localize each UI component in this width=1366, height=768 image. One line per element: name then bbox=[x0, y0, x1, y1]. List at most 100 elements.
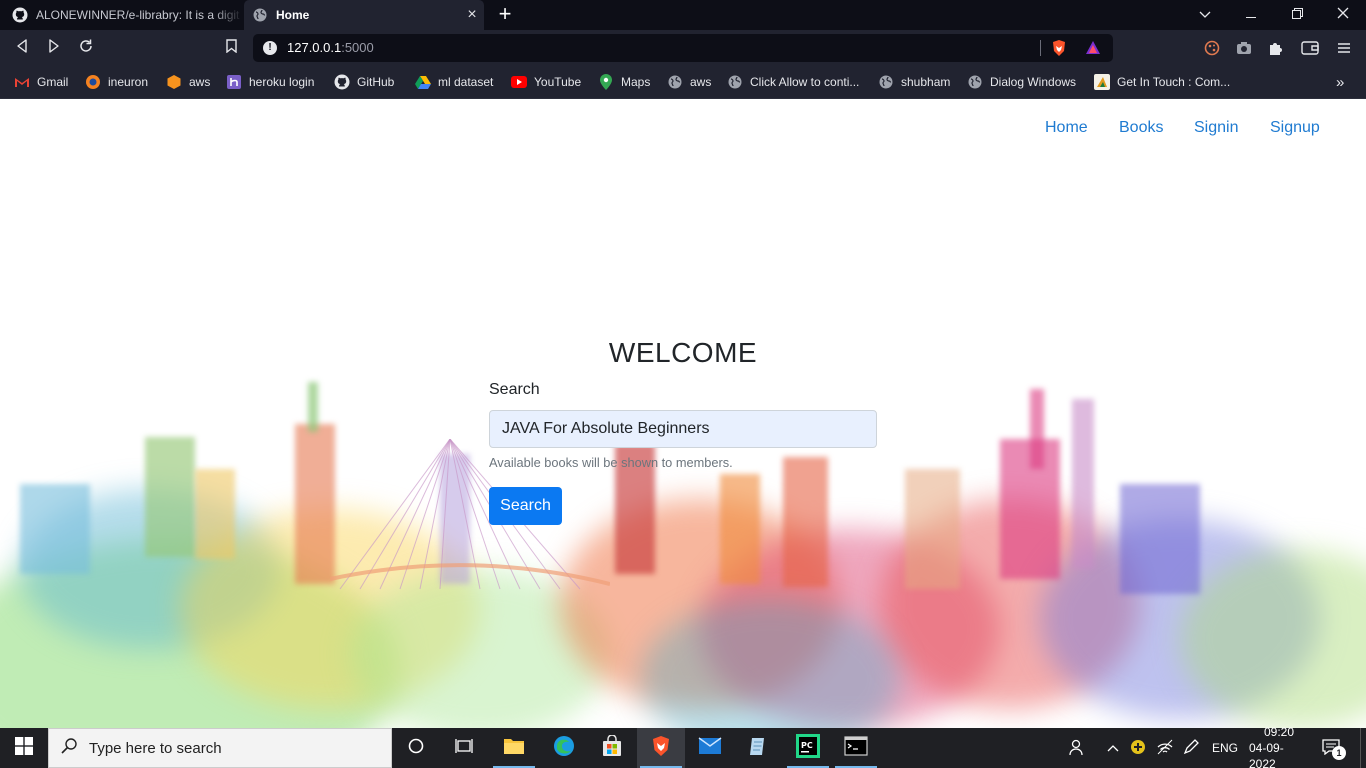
store-button[interactable] bbox=[588, 728, 636, 768]
aws-icon bbox=[166, 74, 182, 90]
tray-overflow-button[interactable] bbox=[1107, 728, 1119, 768]
taskbar-search-placeholder: Type here to search bbox=[89, 739, 222, 757]
back-button[interactable] bbox=[10, 37, 34, 59]
bookmark-label: Get In Touch : Com... bbox=[1117, 75, 1231, 89]
taskbar-search-box[interactable]: Type here to search bbox=[48, 728, 392, 768]
file-explorer-button[interactable] bbox=[490, 728, 538, 768]
svg-text:PC: PC bbox=[801, 741, 813, 750]
bookmark-label: aws bbox=[690, 75, 712, 89]
network-button[interactable] bbox=[1156, 728, 1174, 768]
bookmark-ml-dataset[interactable]: ml dataset bbox=[415, 73, 493, 91]
bookmark-label: aws bbox=[189, 75, 211, 89]
bookmark-button[interactable] bbox=[219, 37, 243, 59]
mail-button[interactable] bbox=[686, 728, 734, 768]
bookmark-label: ml dataset bbox=[438, 75, 494, 89]
menu-hamburger-icon[interactable] bbox=[1334, 38, 1354, 58]
terminal-icon bbox=[844, 735, 868, 761]
new-tab-button[interactable]: + bbox=[494, 3, 516, 26]
bookmark-aws[interactable]: aws bbox=[166, 73, 210, 91]
bookmark-click-allow[interactable]: Click Allow to conti... bbox=[727, 73, 859, 91]
bookmark-ineuron[interactable]: ineuron bbox=[85, 73, 148, 91]
pen-button[interactable] bbox=[1182, 728, 1200, 768]
notepad-icon bbox=[747, 735, 769, 762]
chevron-up-icon bbox=[1107, 741, 1119, 755]
windows-taskbar: Type here to search PC ENG 09:20 04-09-2… bbox=[0, 725, 1366, 768]
nav-home-link[interactable]: Home bbox=[1045, 119, 1088, 137]
bookmark-label: Maps bbox=[621, 75, 651, 89]
brave-rewards-icon[interactable] bbox=[1085, 40, 1101, 60]
bookmark-youtube[interactable]: YouTube bbox=[511, 73, 581, 91]
task-view-button[interactable] bbox=[440, 728, 488, 768]
restore-icon bbox=[1291, 6, 1303, 24]
task-view-icon bbox=[455, 738, 473, 759]
edge-button[interactable] bbox=[540, 728, 588, 768]
start-button[interactable] bbox=[0, 728, 48, 768]
bookmark-aws-2[interactable]: aws bbox=[667, 73, 711, 91]
nav-signup-link[interactable]: Signup bbox=[1270, 119, 1320, 137]
show-desktop-button[interactable] bbox=[1360, 728, 1366, 768]
address-separator bbox=[1040, 40, 1041, 56]
tab-title: Home bbox=[276, 8, 310, 22]
bookmark-gmail[interactable]: Gmail bbox=[14, 73, 68, 91]
search-icon bbox=[61, 738, 77, 758]
back-arrow-icon bbox=[16, 38, 28, 58]
minimize-icon bbox=[1246, 6, 1256, 24]
forward-button[interactable] bbox=[42, 37, 66, 59]
bookmark-get-in-touch[interactable]: Get In Touch : Com... bbox=[1094, 73, 1230, 91]
close-tab-button[interactable]: × bbox=[460, 6, 484, 24]
globe-icon bbox=[667, 74, 683, 90]
brave-shield-icon[interactable] bbox=[1051, 39, 1067, 62]
url-text: 127.0.0.1:5000 bbox=[287, 40, 374, 55]
url-port: :5000 bbox=[341, 40, 374, 55]
screenshot-camera-icon[interactable] bbox=[1234, 38, 1254, 58]
search-button[interactable]: Search bbox=[489, 487, 562, 525]
bookmarks-overflow-button[interactable]: » bbox=[1336, 73, 1344, 91]
cortana-button[interactable] bbox=[392, 728, 440, 768]
bookmark-label: GitHub bbox=[357, 75, 395, 89]
brave-taskbar-button[interactable] bbox=[637, 728, 685, 768]
site-info-icon[interactable]: ! bbox=[263, 41, 277, 55]
windows-logo-icon bbox=[15, 736, 33, 760]
page-viewport: Home Books Signin Signup WELCOME Search … bbox=[0, 99, 1366, 728]
url-host: 127.0.0.1 bbox=[287, 40, 342, 55]
extension-cookie-icon[interactable] bbox=[1202, 38, 1222, 58]
bookmark-heroku[interactable]: heroku login bbox=[226, 73, 314, 91]
minimize-button[interactable] bbox=[1228, 0, 1274, 30]
tray-app-icon[interactable] bbox=[1130, 728, 1146, 768]
globe-icon bbox=[967, 74, 983, 90]
search-label: Search bbox=[489, 381, 540, 398]
nav-signin-link[interactable]: Signin bbox=[1194, 119, 1238, 137]
search-input[interactable] bbox=[489, 410, 877, 448]
bookmark-shubham[interactable]: shubham bbox=[878, 73, 950, 91]
notepad-button[interactable] bbox=[734, 728, 782, 768]
gmail-icon bbox=[14, 74, 30, 90]
ineuron-icon bbox=[85, 74, 101, 90]
tab-search-button[interactable] bbox=[1182, 0, 1228, 30]
tab-strip: ALONEWINNER/e-librabry: It is a digit Ho… bbox=[0, 0, 1366, 30]
reload-button[interactable] bbox=[74, 37, 98, 59]
chevron-down-icon bbox=[1199, 6, 1211, 24]
language-indicator[interactable]: ENG bbox=[1212, 728, 1238, 768]
close-window-button[interactable] bbox=[1320, 0, 1366, 30]
tab-home[interactable]: Home × bbox=[244, 0, 484, 30]
nav-books-link[interactable]: Books bbox=[1119, 119, 1163, 137]
bookmark-dialog-windows[interactable]: Dialog Windows bbox=[967, 73, 1076, 91]
restore-button[interactable] bbox=[1274, 0, 1320, 30]
terminal-button[interactable] bbox=[832, 728, 880, 768]
clock[interactable]: 09:20 04-09-2022 bbox=[1249, 725, 1309, 768]
extensions-puzzle-icon[interactable] bbox=[1266, 38, 1286, 58]
notifications-button[interactable]: 1 bbox=[1322, 728, 1346, 768]
people-button[interactable] bbox=[1068, 728, 1086, 768]
cortana-circle-icon bbox=[408, 738, 424, 759]
tab-github[interactable]: ALONEWINNER/e-librabry: It is a digit bbox=[0, 0, 243, 30]
page-icon bbox=[1094, 74, 1110, 90]
pycharm-button[interactable]: PC bbox=[784, 728, 832, 768]
bookmark-label: YouTube bbox=[534, 75, 582, 89]
bookmark-maps[interactable]: Maps bbox=[598, 73, 650, 91]
wallet-icon[interactable] bbox=[1300, 38, 1320, 58]
reload-icon bbox=[79, 39, 93, 58]
forward-arrow-icon bbox=[48, 38, 60, 58]
address-bar[interactable]: ! 127.0.0.1:5000 bbox=[253, 34, 1113, 62]
pycharm-icon: PC bbox=[796, 733, 820, 763]
bookmark-github[interactable]: GitHub bbox=[334, 73, 394, 91]
